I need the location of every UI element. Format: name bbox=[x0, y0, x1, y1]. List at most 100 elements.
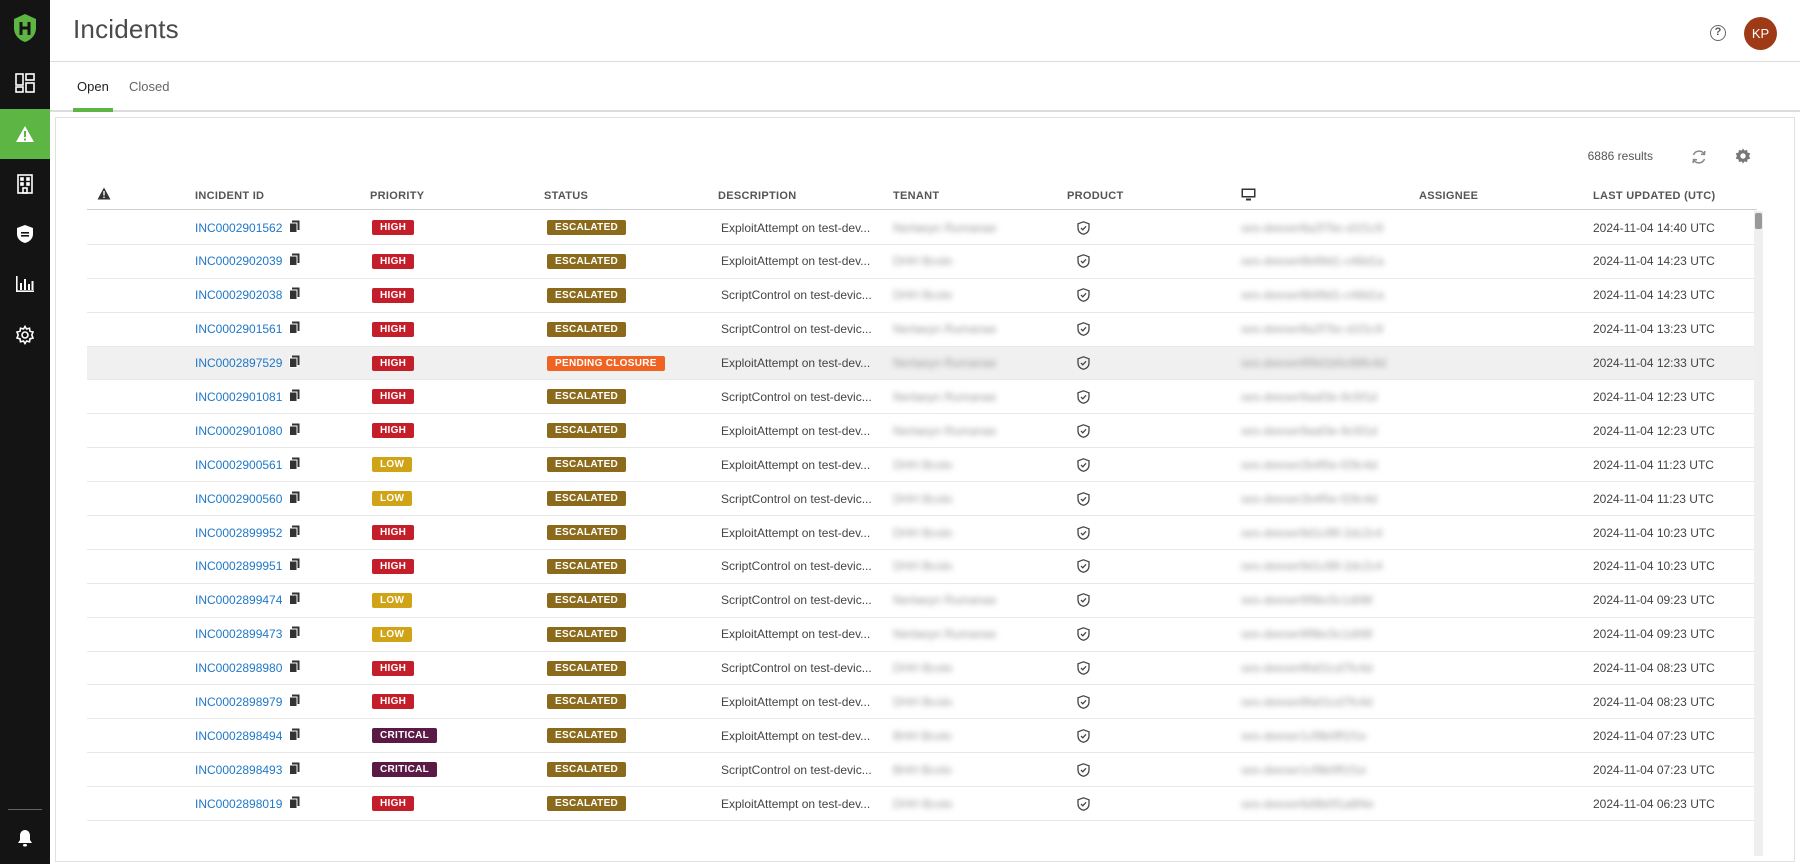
copy-icon[interactable] bbox=[289, 253, 300, 269]
incident-id-cell[interactable]: INC0002897529 bbox=[195, 347, 300, 380]
tab-open[interactable]: Open bbox=[73, 79, 113, 112]
incident-id-link[interactable]: INC0002898980 bbox=[195, 661, 282, 675]
copy-icon[interactable] bbox=[289, 592, 300, 608]
copy-icon[interactable] bbox=[289, 728, 300, 744]
copy-icon[interactable] bbox=[289, 355, 300, 371]
incident-id-cell[interactable]: INC0002901080 bbox=[195, 414, 300, 447]
table-row[interactable]: INC0002900560 LOW ESCALATED ScriptControl o… bbox=[87, 482, 1757, 517]
copy-icon[interactable] bbox=[289, 660, 300, 676]
copy-icon[interactable] bbox=[289, 525, 300, 541]
column-tenant[interactable]: TENANT bbox=[893, 190, 939, 202]
incident-id-link[interactable]: INC0002902039 bbox=[195, 254, 282, 268]
incident-id-cell[interactable]: INC0002899474 bbox=[195, 584, 300, 617]
nav-reports-icon[interactable] bbox=[0, 259, 50, 309]
help-icon[interactable]: ? bbox=[1710, 25, 1726, 41]
incident-id-cell[interactable]: INC0002898979 bbox=[195, 685, 300, 718]
table-scrollbar[interactable] bbox=[1754, 211, 1763, 856]
column-priority[interactable]: PRIORITY bbox=[370, 190, 424, 202]
table-row[interactable]: INC0002902039 HIGH ESCALATED ExploitAttempt… bbox=[87, 245, 1757, 279]
incident-id-link[interactable]: INC0002902038 bbox=[195, 288, 282, 302]
incident-id-link[interactable]: INC0002897529 bbox=[195, 356, 282, 370]
table-row[interactable]: INC0002899473 LOW ESCALATED ExploitAttempt … bbox=[87, 618, 1757, 652]
table-row[interactable]: INC0002898494 CRITICAL ESCALATED ExploitAtt… bbox=[87, 719, 1757, 754]
column-status[interactable]: STATUS bbox=[544, 190, 588, 202]
copy-icon[interactable] bbox=[289, 321, 300, 337]
incident-id-cell[interactable]: INC0002898494 bbox=[195, 719, 300, 752]
incident-id-cell[interactable]: INC0002899473 bbox=[195, 618, 300, 651]
column-last-updated[interactable]: LAST UPDATED (UTC) bbox=[1593, 190, 1716, 202]
column-incident-id[interactable]: INCIDENT ID bbox=[195, 190, 264, 202]
incident-id-link[interactable]: INC0002901080 bbox=[195, 424, 282, 438]
column-product[interactable]: PRODUCT bbox=[1067, 190, 1124, 202]
table-row[interactable]: INC0002900561 LOW ESCALATED ExploitAttempt … bbox=[87, 448, 1757, 483]
copy-icon[interactable] bbox=[289, 694, 300, 710]
user-avatar[interactable]: KP bbox=[1744, 17, 1777, 50]
priority-cell: LOW bbox=[372, 618, 413, 651]
incident-id-link[interactable]: INC0002901561 bbox=[195, 322, 282, 336]
incident-id-cell[interactable]: INC0002899951 bbox=[195, 550, 300, 583]
nav-notifications-bell-icon[interactable] bbox=[0, 813, 50, 863]
copy-icon[interactable] bbox=[289, 287, 300, 303]
copy-icon[interactable] bbox=[289, 423, 300, 439]
incident-id-cell[interactable]: INC0002898493 bbox=[195, 753, 300, 786]
incident-id-link[interactable]: INC0002899952 bbox=[195, 526, 282, 540]
table-row[interactable]: INC0002901081 HIGH ESCALATED ScriptControl … bbox=[87, 380, 1757, 415]
column-description[interactable]: DESCRIPTION bbox=[718, 190, 796, 202]
table-settings-gear-icon[interactable] bbox=[1734, 147, 1752, 165]
copy-icon[interactable] bbox=[289, 457, 300, 473]
incident-id-link[interactable]: INC0002900560 bbox=[195, 492, 282, 506]
copy-icon[interactable] bbox=[289, 626, 300, 642]
description-cell: ExploitAttempt on test-dev... bbox=[721, 356, 871, 371]
table-row[interactable]: INC0002898493 CRITICAL ESCALATED ScriptCont… bbox=[87, 753, 1757, 788]
incident-id-cell[interactable]: INC0002898019 bbox=[195, 787, 300, 820]
severity-column-warning-icon[interactable] bbox=[97, 187, 111, 203]
table-row[interactable]: INC0002901561 HIGH ESCALATED ScriptControl … bbox=[87, 313, 1757, 347]
refresh-icon[interactable] bbox=[1690, 148, 1708, 166]
incident-id-link[interactable]: INC0002898493 bbox=[195, 763, 282, 777]
incident-id-cell[interactable]: INC0002901561 bbox=[195, 313, 300, 346]
scrollbar-thumb[interactable] bbox=[1755, 213, 1762, 229]
incident-id-cell[interactable]: INC0002902039 bbox=[195, 245, 300, 278]
nav-incidents-icon[interactable] bbox=[0, 109, 50, 159]
table-row[interactable]: INC0002898979 HIGH ESCALATED ExploitAttempt… bbox=[87, 685, 1757, 720]
incident-id-cell[interactable]: INC0002901562 bbox=[195, 211, 300, 244]
column-device-monitor-icon[interactable] bbox=[1241, 188, 1256, 204]
incident-id-cell[interactable]: INC0002902038 bbox=[195, 279, 300, 312]
table-row[interactable]: INC0002901080 HIGH ESCALATED ExploitAttempt… bbox=[87, 414, 1757, 449]
copy-icon[interactable] bbox=[289, 558, 300, 574]
incident-id-link[interactable]: INC0002898019 bbox=[195, 797, 282, 811]
copy-icon[interactable] bbox=[289, 220, 300, 236]
incident-id-link[interactable]: INC0002899951 bbox=[195, 559, 282, 573]
copy-icon[interactable] bbox=[289, 796, 300, 812]
nav-settings-icon[interactable] bbox=[0, 310, 50, 360]
incident-id-cell[interactable]: INC0002901081 bbox=[195, 380, 300, 413]
copy-icon[interactable] bbox=[289, 762, 300, 778]
table-row[interactable]: INC0002899952 HIGH ESCALATED ExploitAttempt… bbox=[87, 516, 1757, 550]
table-row[interactable]: INC0002898980 HIGH ESCALATED ScriptControl … bbox=[87, 652, 1757, 686]
table-row[interactable]: INC0002901562 HIGH ESCALATED ExploitAttempt… bbox=[87, 211, 1757, 245]
incident-id-link[interactable]: INC0002901081 bbox=[195, 390, 282, 404]
nav-tenants-icon[interactable] bbox=[0, 159, 50, 209]
copy-icon[interactable] bbox=[289, 389, 300, 405]
incident-id-link[interactable]: INC0002900561 bbox=[195, 458, 282, 472]
column-assignee[interactable]: ASSIGNEE bbox=[1419, 190, 1478, 202]
table-row[interactable]: INC0002902038 HIGH ESCALATED ScriptControl … bbox=[87, 279, 1757, 313]
incident-id-link[interactable]: INC0002899474 bbox=[195, 593, 282, 607]
incident-id-link[interactable]: INC0002901562 bbox=[195, 221, 282, 235]
table-row[interactable]: INC0002899474 LOW ESCALATED ScriptControl o… bbox=[87, 584, 1757, 618]
incident-id-cell[interactable]: INC0002898980 bbox=[195, 652, 300, 685]
incident-id-cell[interactable]: INC0002900561 bbox=[195, 448, 300, 481]
incident-id-link[interactable]: INC0002898494 bbox=[195, 729, 282, 743]
brand-logo-icon[interactable] bbox=[0, 0, 50, 56]
incident-id-cell[interactable]: INC0002900560 bbox=[195, 482, 300, 515]
table-row[interactable]: INC0002899951 HIGH ESCALATED ScriptControl … bbox=[87, 550, 1757, 584]
incident-id-link[interactable]: INC0002898979 bbox=[195, 695, 282, 709]
table-row[interactable]: INC0002898019 HIGH ESCALATED ExploitAttempt… bbox=[87, 787, 1757, 822]
nav-policies-icon[interactable] bbox=[0, 209, 50, 259]
tab-closed[interactable]: Closed bbox=[129, 79, 169, 108]
copy-icon[interactable] bbox=[289, 491, 300, 507]
incident-id-link[interactable]: INC0002899473 bbox=[195, 627, 282, 641]
incident-id-cell[interactable]: INC0002899952 bbox=[195, 516, 300, 549]
nav-dashboard-icon[interactable] bbox=[0, 58, 50, 108]
table-row[interactable]: INC0002897529 HIGH PENDING CLOSURE ExploitA… bbox=[87, 346, 1757, 381]
